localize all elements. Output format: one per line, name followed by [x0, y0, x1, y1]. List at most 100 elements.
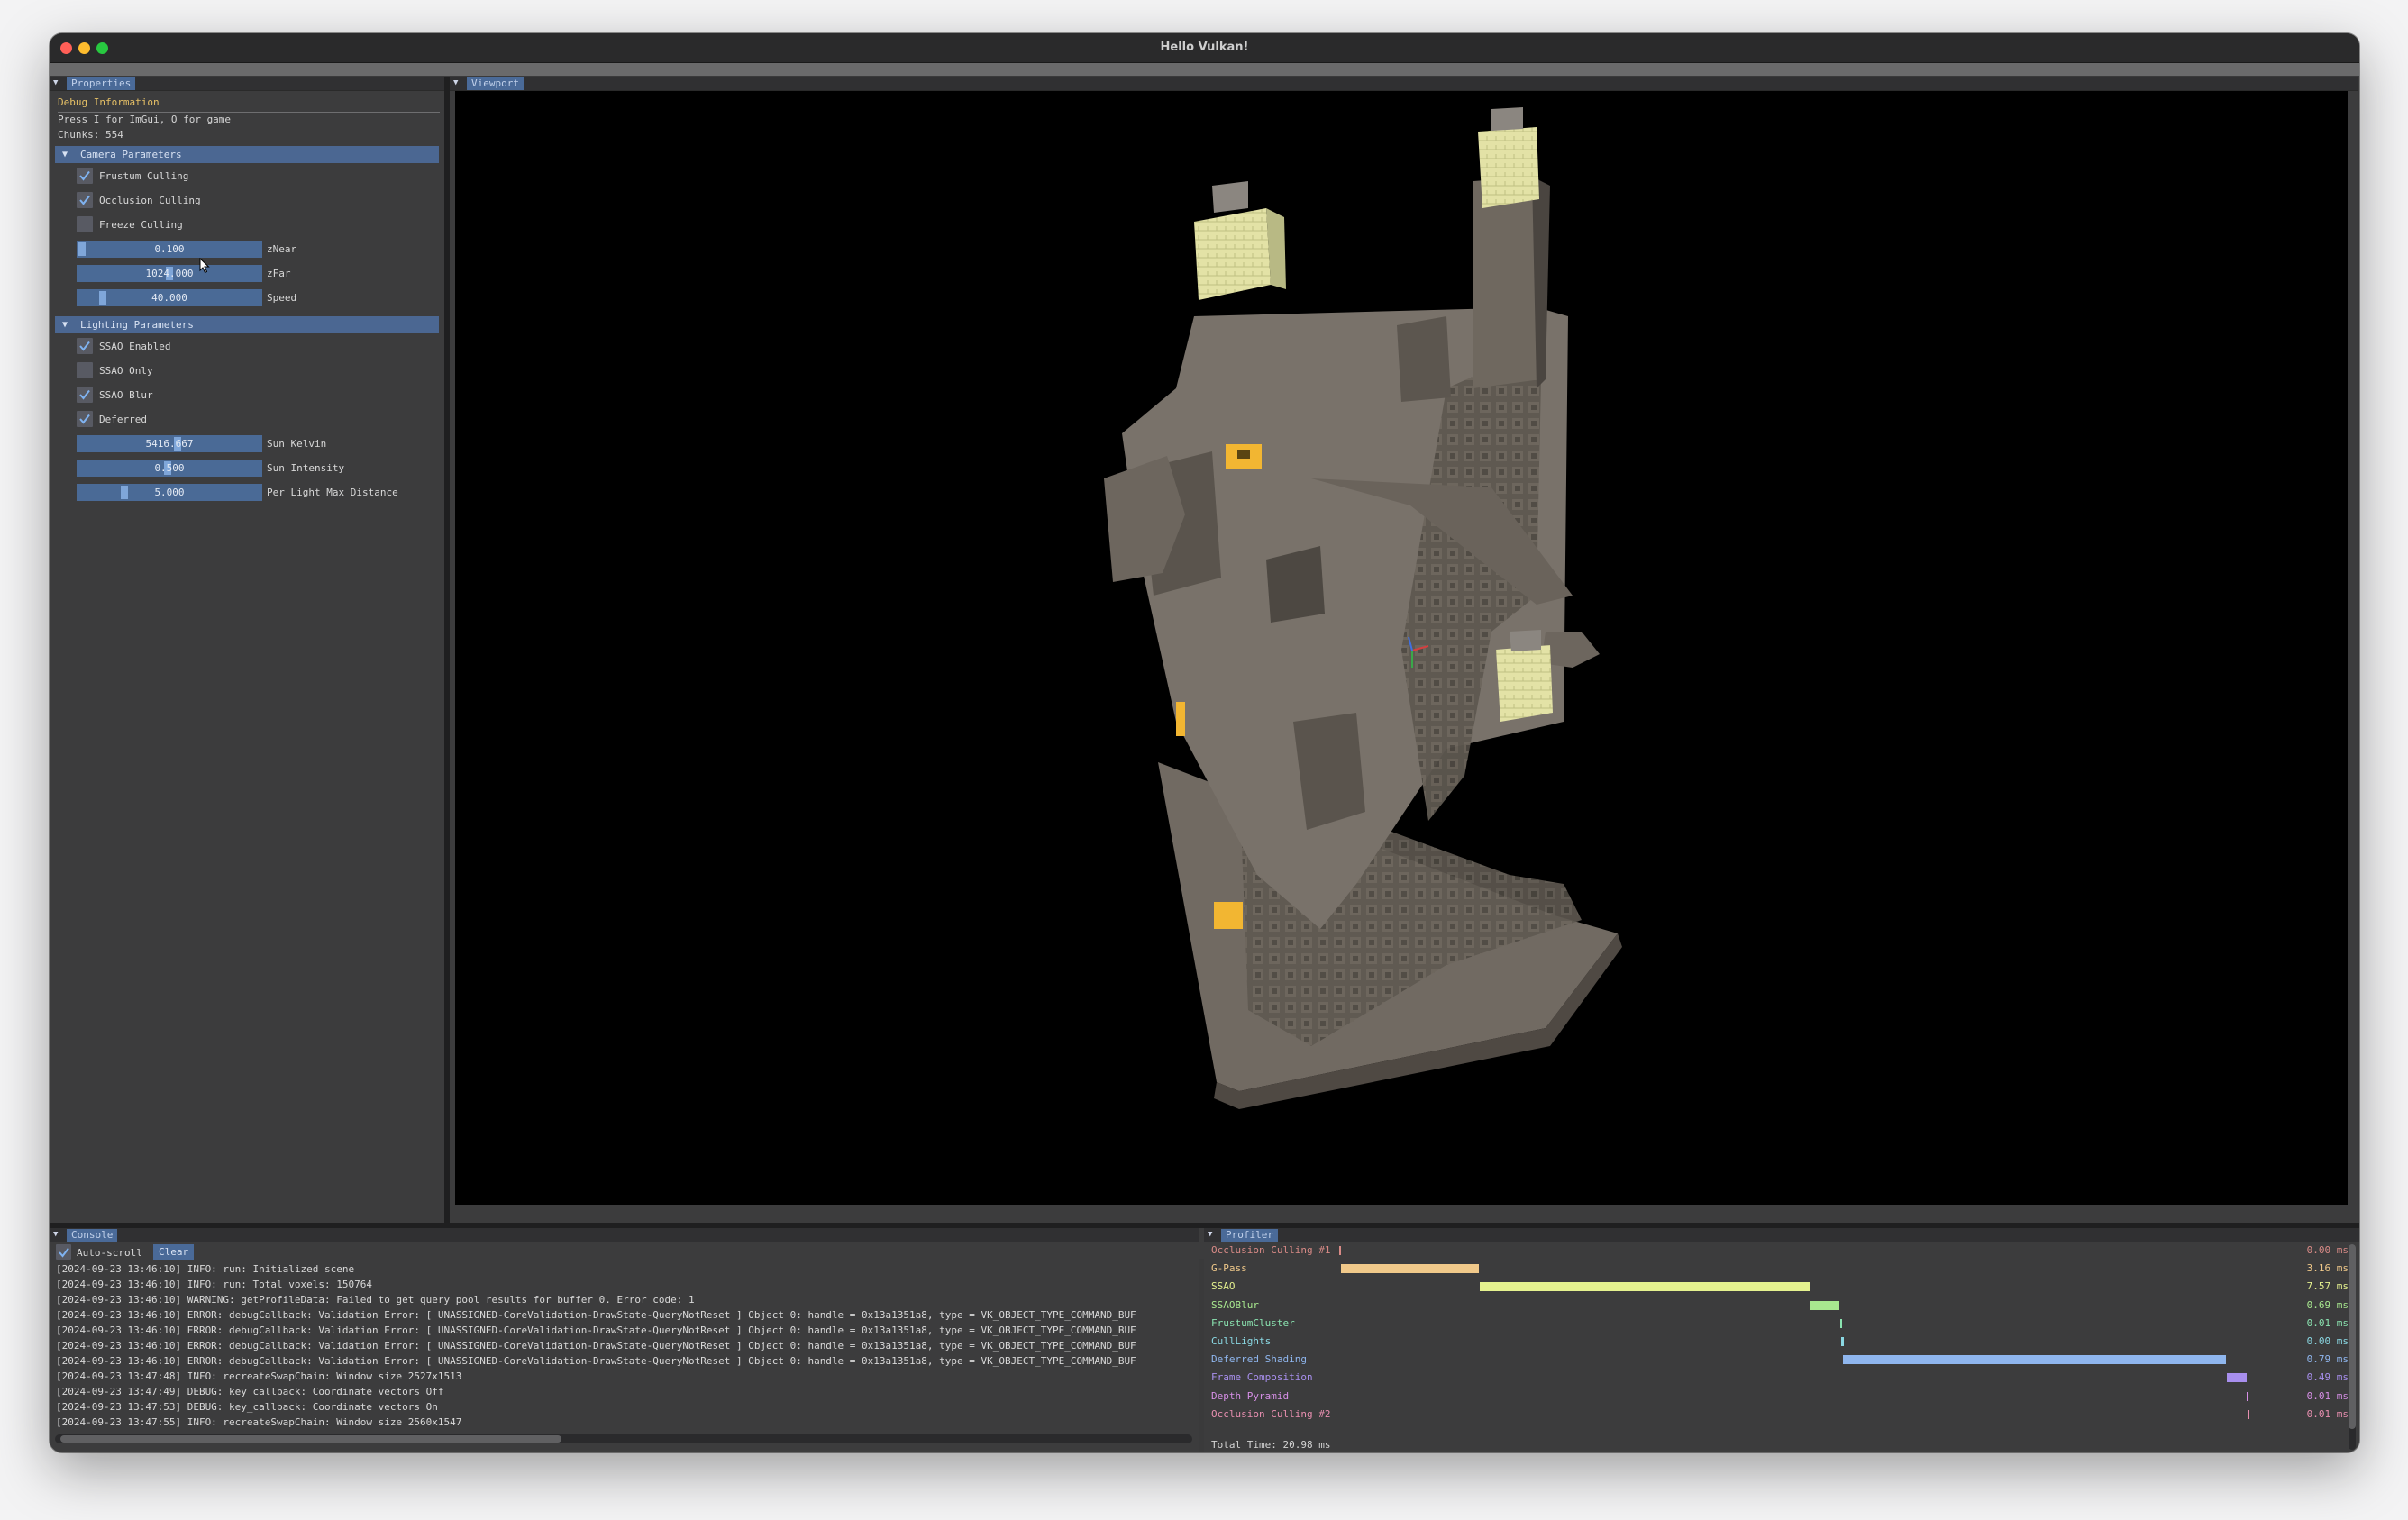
- expand-arrow-icon: ▼: [62, 320, 68, 330]
- ssao-blur-label: SSAO Blur: [99, 389, 153, 401]
- console-horizontal-scrollbar[interactable]: [55, 1434, 1192, 1443]
- profiler-timing-bar: [1339, 1246, 1341, 1255]
- log-line: [2024-09-23 13:47:49] DEBUG: key_callbac…: [56, 1386, 444, 1397]
- ssao-blur-checkbox[interactable]: [77, 387, 93, 403]
- scene-render[interactable]: [455, 91, 2348, 1205]
- collapse-triangle-icon[interactable]: ▼: [53, 1230, 63, 1240]
- profiler-row-value: 0.49 ms: [2306, 1371, 2349, 1384]
- viewport-panel: ▼ Viewport: [450, 77, 2358, 1259]
- log-line: [2024-09-23 13:46:10] ERROR: debugCallba…: [56, 1324, 1136, 1336]
- profiler-timing-bar: [2246, 1391, 2248, 1401]
- log-line: [2024-09-23 13:46:10] WARNING: getProfil…: [56, 1294, 695, 1306]
- scrollbar-thumb[interactable]: [60, 1435, 561, 1443]
- auto-scroll-label: Auto-scroll: [77, 1247, 142, 1259]
- profiler-timing-bar: [1840, 1337, 1844, 1346]
- profiler-timing-bar: [1479, 1282, 1811, 1292]
- deferred-checkbox[interactable]: [77, 411, 93, 427]
- per-light-max-distance-value: 5.000: [154, 487, 185, 498]
- viewport-tab[interactable]: Viewport: [467, 77, 524, 90]
- log-line: [2024-09-23 13:47:55] INFO: recreateSwap…: [56, 1416, 462, 1428]
- viewport-panel-header: ▼ Viewport: [450, 77, 2358, 91]
- properties-panel: ▼ Properties Debug Information Press I f…: [50, 77, 444, 1259]
- frustum-culling-checkbox[interactable]: [77, 168, 93, 184]
- collapse-triangle-icon[interactable]: ▼: [1208, 1230, 1218, 1240]
- occlusion-culling-checkbox[interactable]: [77, 192, 93, 208]
- profiler-row-label: FrustumCluster: [1211, 1316, 1295, 1329]
- checkmark-icon: [79, 389, 90, 400]
- app-window: Hello Vulkan! ▼ Properties Debug Informa…: [50, 33, 2359, 1452]
- log-line: [2024-09-23 13:46:10] INFO: run: Initial…: [56, 1263, 355, 1275]
- key-hint-text: Press I for ImGui, O for game: [58, 114, 232, 125]
- sun-kelvin-slider[interactable]: 5416.667: [77, 435, 262, 452]
- ssao-only-label: SSAO Only: [99, 365, 153, 377]
- window-title: Hello Vulkan!: [1160, 41, 1249, 54]
- clear-button[interactable]: Clear: [153, 1244, 195, 1260]
- profiler-timing-bar: [1842, 1355, 2226, 1365]
- auto-scroll-checkbox[interactable]: [56, 1244, 71, 1260]
- sun-intensity-value: 0.500: [154, 462, 185, 474]
- separator: [58, 112, 440, 113]
- zfar-label: zFar: [267, 268, 291, 279]
- camera-parameters-header[interactable]: ▼ Camera Parameters: [55, 146, 439, 163]
- checkmark-icon: [79, 341, 90, 351]
- log-line: [2024-09-23 13:46:10] ERROR: debugCallba…: [56, 1355, 1136, 1367]
- profiler-timing-bar: [1839, 1318, 1842, 1328]
- occlusion-culling-label: Occlusion Culling: [99, 195, 201, 206]
- profiler-timing-bar: [1810, 1300, 1840, 1310]
- profiler-tab[interactable]: Profiler: [1221, 1229, 1278, 1242]
- properties-panel-header: ▼ Properties: [50, 77, 444, 91]
- speed-slider[interactable]: 40.000: [77, 289, 262, 306]
- console-panel: ▼ Console Auto-scroll Clear [2024-09-23 …: [50, 1228, 1199, 1452]
- profiler-row-label: Occlusion Culling #1: [1211, 1244, 1331, 1256]
- sun-intensity-label: Sun Intensity: [267, 462, 345, 474]
- ssao-only-checkbox[interactable]: [77, 362, 93, 378]
- console-tab[interactable]: Console: [67, 1229, 118, 1242]
- ssao-enabled-checkbox[interactable]: [77, 338, 93, 354]
- profiler-row-label: Deferred Shading: [1211, 1353, 1307, 1366]
- profiler-row-value: 0.79 ms: [2306, 1353, 2349, 1366]
- profiler-panel-header: ▼ Profiler: [1204, 1228, 2359, 1242]
- lighting-parameters-header[interactable]: ▼ Lighting Parameters: [55, 316, 439, 333]
- profiler-row-value: 3.16 ms: [2306, 1262, 2349, 1275]
- profiler-timing-bar: [2226, 1373, 2247, 1383]
- profiler-vertical-scrollbar[interactable]: [2349, 1244, 2356, 1450]
- profiler-row-label: G-Pass: [1211, 1262, 1247, 1275]
- freeze-culling-checkbox[interactable]: [77, 216, 93, 232]
- profiler-row-value: 7.57 ms: [2306, 1280, 2349, 1293]
- checkmark-icon: [59, 1247, 69, 1258]
- ssao-enabled-label: SSAO Enabled: [99, 341, 171, 352]
- sun-intensity-slider[interactable]: 0.500: [77, 460, 262, 477]
- profiler-row-value: 0.01 ms: [2306, 1407, 2349, 1420]
- collapse-triangle-icon[interactable]: ▼: [53, 78, 63, 88]
- console-panel-header: ▼ Console: [50, 1228, 1199, 1242]
- profiler-row-value: 0.00 ms: [2306, 1335, 2349, 1347]
- title-bar: Hello Vulkan!: [50, 33, 2359, 63]
- log-line: [2024-09-23 13:47:48] INFO: recreateSwap…: [56, 1370, 462, 1382]
- properties-tab[interactable]: Properties: [67, 77, 136, 90]
- profiler-row-label: Frame Composition: [1211, 1371, 1313, 1384]
- frustum-culling-label: Frustum Culling: [99, 170, 189, 182]
- profiler-row-label: SSAO: [1211, 1280, 1236, 1293]
- per-light-max-distance-label: Per Light Max Distance: [267, 487, 398, 498]
- checkmark-icon: [79, 170, 90, 181]
- scrollbar-thumb[interactable]: [2349, 1244, 2356, 1429]
- collapse-triangle-icon[interactable]: ▼: [453, 78, 463, 88]
- log-line: [2024-09-23 13:46:10] ERROR: debugCallba…: [56, 1340, 1136, 1352]
- znear-slider[interactable]: 0.100: [77, 241, 262, 258]
- checkmark-icon: [79, 414, 90, 424]
- zfar-slider[interactable]: 1024.000: [77, 265, 262, 282]
- profiler-row-value: 0.01 ms: [2306, 1389, 2349, 1402]
- sun-kelvin-value: 5416.667: [145, 438, 194, 450]
- profiler-row-value: 0.00 ms: [2306, 1244, 2349, 1256]
- menu-bar: [50, 63, 2359, 76]
- profiler-row-label: Depth Pyramid: [1211, 1389, 1290, 1402]
- znear-label: zNear: [267, 243, 297, 255]
- log-line: [2024-09-23 13:47:53] DEBUG: key_callbac…: [56, 1401, 438, 1413]
- profiler-row-label: CullLights: [1211, 1335, 1272, 1347]
- per-light-max-distance-slider[interactable]: 5.000: [77, 484, 262, 501]
- speed-label: Speed: [267, 292, 297, 304]
- profiler-row-value: 0.69 ms: [2306, 1298, 2349, 1311]
- total-time: Total Time: 20.98 ms: [1211, 1439, 1331, 1451]
- profiler-row-label: Occlusion Culling #2: [1211, 1407, 1331, 1420]
- log-line: [2024-09-23 13:46:10] ERROR: debugCallba…: [56, 1309, 1136, 1321]
